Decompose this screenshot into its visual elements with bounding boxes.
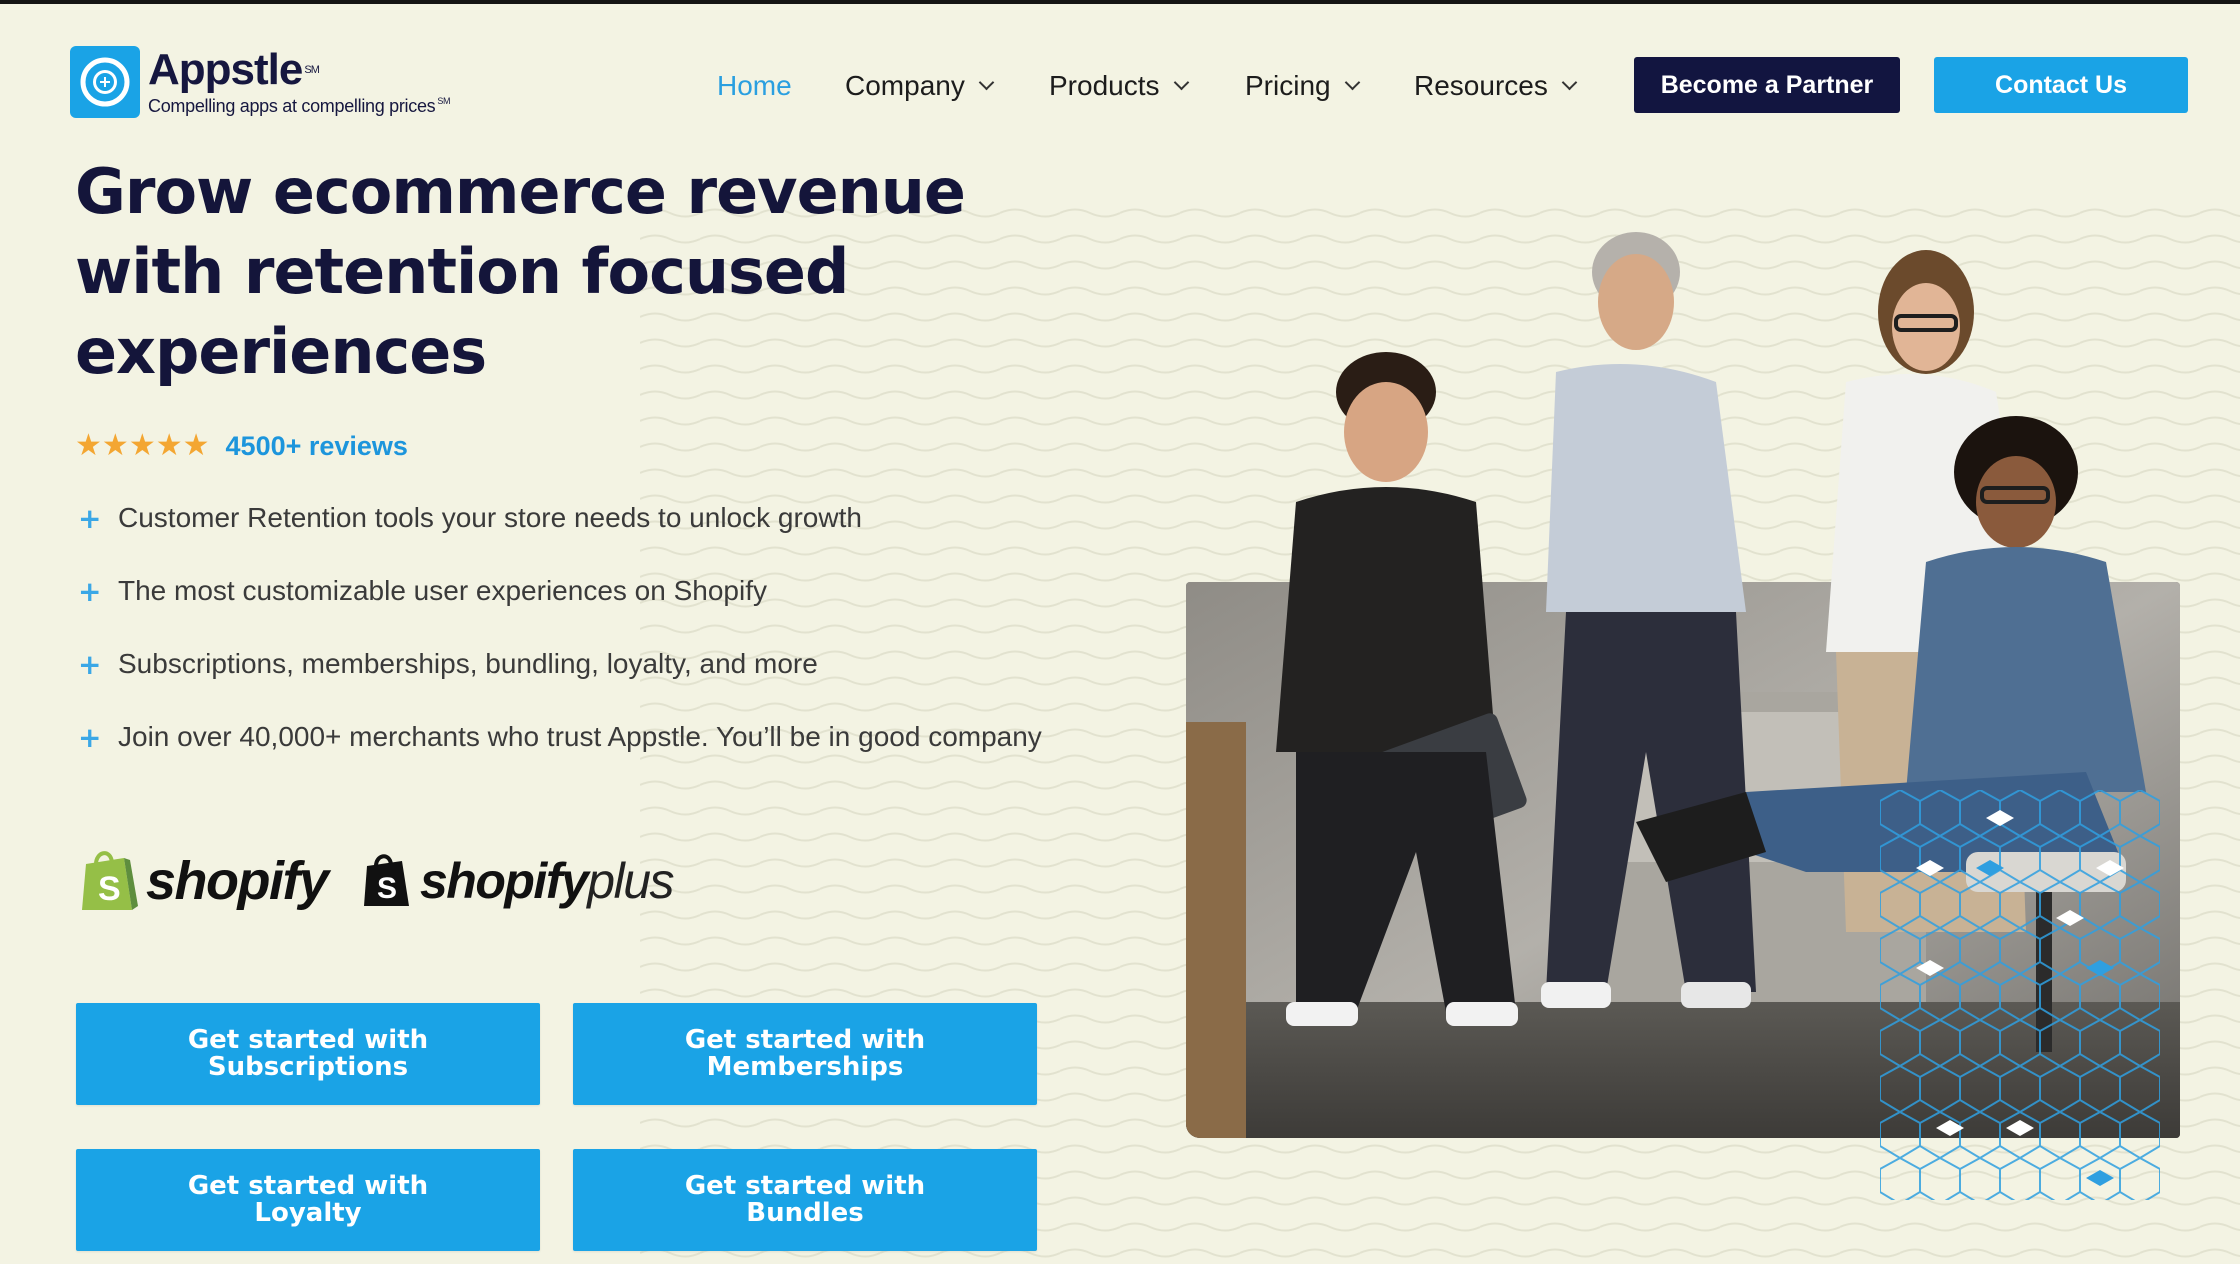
shopify-logo: S shopify xyxy=(80,848,329,914)
logo-name: Appstle xyxy=(148,45,303,94)
headline-line-3: experiences xyxy=(75,315,487,388)
plus-icon: + xyxy=(78,647,102,681)
shopify-plus-wordmark: shopifyplus xyxy=(420,852,675,910)
nav-home[interactable]: Home xyxy=(717,66,792,106)
nav-resources-label: Resources xyxy=(1414,70,1548,101)
cta-line-2: Memberships xyxy=(706,1052,904,1082)
shopify-plus-bold: shopify xyxy=(420,853,589,909)
tagline-sm-mark: SM xyxy=(437,96,451,106)
appstle-logo[interactable]: Appstle SM Compelling apps at compelling … xyxy=(70,46,470,124)
rating: ★ ★ ★ ★ ★ 4500+ reviews xyxy=(75,428,408,464)
feature-text: Subscriptions, memberships, bundling, lo… xyxy=(118,648,818,679)
nav-products-label: Products xyxy=(1049,70,1160,101)
feature-list: + Customer Retention tools your store ne… xyxy=(78,498,1042,790)
cta-line-2: Subscriptions xyxy=(207,1052,409,1082)
shopify-plus-bag-icon: S xyxy=(364,854,409,906)
cta-line-1: Get started with xyxy=(187,1025,429,1055)
chevron-down-icon xyxy=(1173,74,1189,90)
feature-item: + Customer Retention tools your store ne… xyxy=(78,498,1042,538)
star-icon: ★ xyxy=(155,428,183,463)
feature-item: + The most customizable user experiences… xyxy=(78,571,1042,611)
logo-sm-mark: SM xyxy=(304,64,319,76)
become-partner-button[interactable]: Become a Partner xyxy=(1634,57,1900,113)
cta-line-1: Get started with xyxy=(684,1025,926,1055)
feature-item: + Subscriptions, memberships, bundling, … xyxy=(78,644,1042,684)
get-started-memberships-button[interactable]: Get started with Memberships xyxy=(573,1003,1037,1105)
top-border xyxy=(0,0,2240,4)
hero-headline: Grow ecommerce revenue with retention fo… xyxy=(75,152,975,392)
feature-text: Customer Retention tools your store need… xyxy=(118,502,862,533)
feature-text: The most customizable user experiences o… xyxy=(118,575,767,606)
shopify-wordmark: shopify xyxy=(146,851,329,911)
nav-products[interactable]: Products xyxy=(1049,66,1189,106)
headline-line-2: with retention focused xyxy=(75,235,849,308)
nav-resources[interactable]: Resources xyxy=(1414,66,1578,106)
plus-icon: + xyxy=(78,501,102,535)
headline-line-1: Grow ecommerce revenue xyxy=(75,155,966,228)
shopify-plus-logo: S shopifyplus xyxy=(362,852,675,910)
chevron-down-icon xyxy=(978,74,995,90)
appstle-logo-icon xyxy=(70,46,140,118)
cta-line-1: Get started with xyxy=(684,1171,926,1201)
nav-home-label: Home xyxy=(717,70,792,101)
star-icon: ★ xyxy=(75,428,102,463)
nav-pricing[interactable]: Pricing xyxy=(1245,66,1360,106)
contact-us-button[interactable]: Contact Us xyxy=(1934,57,2188,113)
plus-icon: + xyxy=(78,720,102,754)
logo-tagline: Compelling apps at compelling prices xyxy=(148,96,436,116)
shopify-bag-icon: S xyxy=(82,851,138,910)
plus-icon: + xyxy=(78,574,102,608)
star-icon: ★ xyxy=(182,428,210,463)
get-started-subscriptions-button[interactable]: Get started with Subscriptions xyxy=(76,1003,540,1105)
nav-pricing-label: Pricing xyxy=(1245,70,1331,101)
star-icon: ★ xyxy=(128,428,156,463)
svg-text:S: S xyxy=(98,870,121,908)
get-started-loyalty-button[interactable]: Get started with Loyalty xyxy=(76,1149,540,1251)
chevron-down-icon xyxy=(1561,74,1578,90)
star-icon: ★ xyxy=(101,428,129,463)
shopify-plus-light: plus xyxy=(587,853,674,909)
feature-text: Join over 40,000+ merchants who trust Ap… xyxy=(118,721,1042,752)
cta-line-2: Bundles xyxy=(746,1198,864,1228)
nav-company[interactable]: Company xyxy=(845,66,995,106)
get-started-bundles-button[interactable]: Get started with Bundles xyxy=(573,1149,1037,1251)
nav-company-label: Company xyxy=(845,70,965,101)
feature-item: + Join over 40,000+ merchants who trust … xyxy=(78,717,1042,757)
cta-line-2: Loyalty xyxy=(254,1198,362,1228)
svg-text:S: S xyxy=(377,872,397,905)
chevron-down-icon xyxy=(1344,74,1360,90)
five-star-rating: ★ ★ ★ ★ ★ xyxy=(75,431,210,461)
reviews-link[interactable]: 4500+ reviews xyxy=(226,431,408,462)
cta-line-1: Get started with xyxy=(187,1171,429,1201)
hexagon-pattern-decoration xyxy=(1880,790,2160,1200)
